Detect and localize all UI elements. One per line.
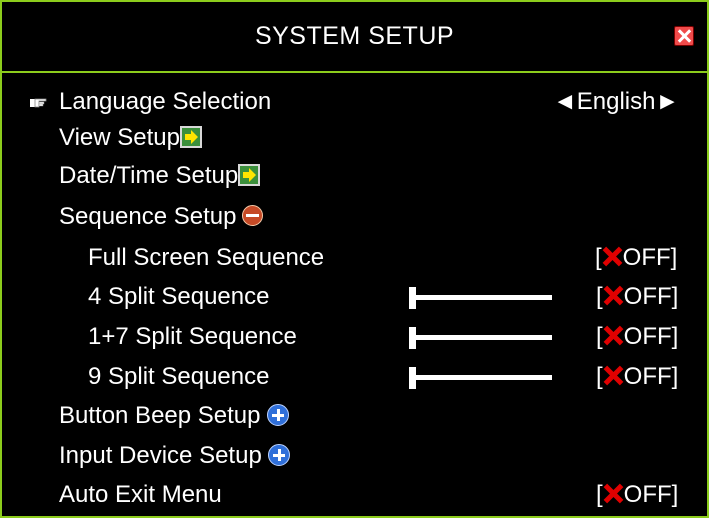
menu-item-language[interactable]: Language Selection ◄English► bbox=[2, 83, 707, 121]
red-x-icon bbox=[603, 325, 624, 346]
menu-label: Button Beep Setup bbox=[59, 402, 261, 429]
slider-handle[interactable] bbox=[409, 327, 416, 349]
pointing-hand-icon bbox=[30, 98, 47, 108]
sequence-slider[interactable] bbox=[409, 367, 552, 389]
menu-item-button-beep-setup[interactable]: Button Beep Setup bbox=[2, 397, 707, 435]
window-title: SYSTEM SETUP bbox=[254, 22, 455, 50]
off-toggle[interactable]: [OFF] bbox=[596, 358, 678, 396]
menu-item-view-setup[interactable]: View Setup bbox=[2, 119, 707, 157]
sequence-slider[interactable] bbox=[409, 327, 552, 349]
slider-handle[interactable] bbox=[409, 287, 416, 309]
language-value[interactable]: ◄English► bbox=[553, 83, 679, 121]
menu-label: Full Screen Sequence bbox=[88, 244, 325, 271]
menu-item-4-split-sequence[interactable]: 4 Split Sequence [OFF] bbox=[2, 278, 707, 316]
close-icon[interactable] bbox=[674, 26, 694, 46]
title-bar: SYSTEM SETUP bbox=[2, 2, 707, 73]
menu-item-sequence-setup[interactable]: Sequence Setup bbox=[2, 198, 707, 236]
menu-label: 9 Split Sequence bbox=[88, 363, 270, 390]
sequence-slider[interactable] bbox=[409, 287, 552, 309]
menu-label: 4 Split Sequence bbox=[88, 283, 270, 310]
slider-track bbox=[416, 295, 552, 300]
menu-label: Date/Time Setup bbox=[59, 162, 239, 189]
menu-label: View Setup bbox=[59, 124, 180, 151]
off-toggle[interactable]: [OFF] bbox=[596, 318, 678, 356]
red-x-icon bbox=[603, 285, 624, 306]
menu-label: Auto Exit Menu bbox=[59, 481, 222, 508]
red-x-icon bbox=[603, 483, 624, 504]
off-toggle[interactable]: [OFF] bbox=[595, 239, 677, 277]
slider-track bbox=[416, 375, 552, 380]
menu-item-auto-exit-menu[interactable]: Auto Exit Menu [OFF] bbox=[2, 476, 707, 514]
menu-label: Language Selection bbox=[59, 88, 272, 115]
menu-item-full-screen-sequence[interactable]: Full Screen Sequence [OFF] bbox=[2, 239, 707, 277]
system-setup-window: SYSTEM SETUP Language Selection ◄English… bbox=[0, 0, 709, 518]
plus-circle-icon[interactable] bbox=[266, 404, 289, 426]
slider-handle[interactable] bbox=[409, 367, 416, 389]
menu-label: Input Device Setup bbox=[59, 442, 262, 469]
red-x-icon bbox=[603, 365, 624, 386]
menu-item-9-split-sequence[interactable]: 9 Split Sequence [OFF] bbox=[2, 358, 707, 396]
slider-track bbox=[416, 335, 552, 340]
minus-circle-icon[interactable] bbox=[242, 205, 264, 226]
off-toggle[interactable]: [OFF] bbox=[596, 278, 678, 316]
red-x-icon bbox=[602, 246, 623, 267]
green-arrow-icon[interactable] bbox=[179, 126, 202, 148]
menu-label: 1+7 Split Sequence bbox=[88, 323, 297, 350]
off-toggle[interactable]: [OFF] bbox=[596, 476, 678, 514]
green-arrow-icon[interactable] bbox=[238, 164, 261, 186]
plus-circle-icon[interactable] bbox=[267, 444, 290, 466]
menu-item-input-device-setup[interactable]: Input Device Setup bbox=[2, 437, 707, 475]
menu-item-1-7-split-sequence[interactable]: 1+7 Split Sequence [OFF] bbox=[2, 318, 707, 356]
menu-label: Sequence Setup bbox=[59, 203, 237, 230]
menu-item-datetime-setup[interactable]: Date/Time Setup bbox=[2, 157, 707, 195]
